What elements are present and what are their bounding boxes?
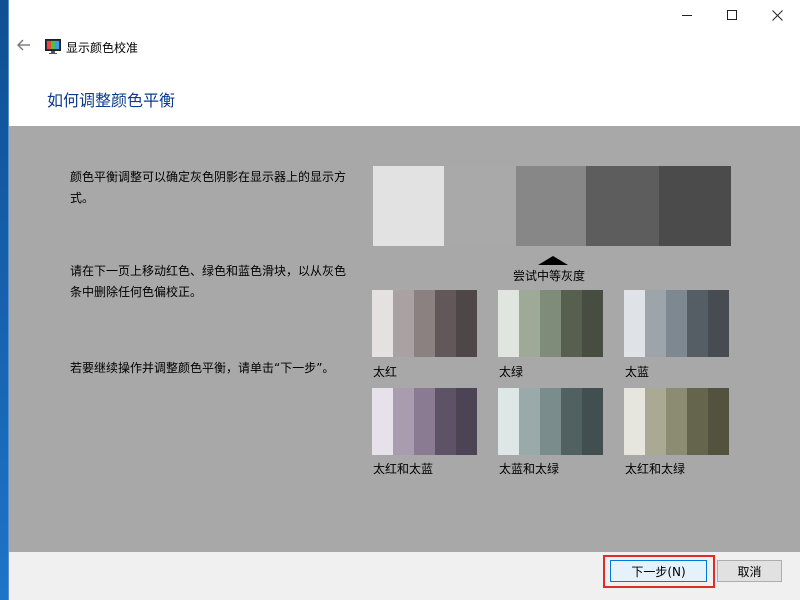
swatch-shade [519,388,540,455]
swatch-shade [687,290,708,357]
swatch-shade [414,388,435,455]
swatch-shade [372,290,393,357]
swatch-label-too-blue-and-green: 太蓝和太绿 [499,462,560,476]
swatch-too-red [372,290,477,357]
minimize-icon [682,10,692,20]
swatch-shade [414,290,435,357]
swatch-shade [393,290,414,357]
maximize-icon [727,10,737,20]
swatch-shade [393,388,414,455]
swatch-shade [687,388,708,455]
app-title: 显示颜色校准 [66,41,139,55]
page-title: 如何调整颜色平衡 [47,91,176,110]
minimize-button[interactable] [664,0,710,30]
gray-reference-strip [373,166,731,246]
content-area: 颜色平衡调整可以确定灰色阴影在显示器上的显示方式。 请在下一页上移动红色、绿色和… [9,126,800,552]
maximize-button[interactable] [709,0,755,30]
swatch-shade [561,388,582,455]
navigation-row: 显示颜色校准 [9,31,800,61]
swatch-label-too-blue: 太蓝 [625,365,650,379]
cancel-button[interactable]: 取消 [717,560,782,582]
swatch-too-blue [624,290,729,357]
swatch-shade [666,290,687,357]
swatch-too-green [498,290,603,357]
back-button[interactable] [13,35,35,57]
instruction-paragraph-2: 请在下一页上移动红色、绿色和蓝色滑块，以从灰色条中删除任何色偏校正。 [70,264,347,299]
swatch-shade [456,290,477,357]
swatch-label-too-red-and-blue: 太红和太蓝 [373,462,434,476]
swatch-too-blue-and-green [498,388,603,455]
swatch-shade [708,388,729,455]
swatch-shade [498,388,519,455]
gray-shade-2 [444,166,516,246]
swatch-shade [456,388,477,455]
swatch-shade [708,290,729,357]
swatch-shade [624,290,645,357]
swatch-label-too-red-and-green: 太红和太绿 [625,462,686,476]
swatch-label-too-green: 太绿 [499,365,524,379]
swatch-shade [561,290,582,357]
close-icon [771,9,783,21]
title-bar[interactable] [9,0,800,31]
swatch-too-red-and-blue [372,388,477,455]
calibration-window: 显示颜色校准 如何调整颜色平衡 颜色平衡调整可以确定灰色阴影在显示器上的显示方式… [8,0,800,600]
back-arrow-icon [17,39,31,54]
swatch-shade [582,290,603,357]
swatch-shade [519,290,540,357]
swatch-shade [372,388,393,455]
next-button[interactable]: 下一步(N) [610,560,707,582]
swatch-shade [666,388,687,455]
swatch-label-too-red: 太红 [373,365,398,379]
gray-shade-3 [516,166,586,246]
midtone-pointer-icon [538,256,568,265]
swatch-shade [435,388,456,455]
swatch-shade [498,290,519,357]
swatch-shade [582,388,603,455]
gray-shade-5 [659,166,731,246]
swatch-shade [435,290,456,357]
instruction-paragraph-3: 若要继续操作并调整颜色平衡，请单击“下一步”。 [70,361,335,375]
swatch-shade [645,290,666,357]
target-midtone-label: 尝试中等灰度 [513,269,586,283]
gray-shade-4 [586,166,659,246]
close-button[interactable] [754,0,800,30]
gray-shade-1 [373,166,444,246]
instruction-paragraph-1: 颜色平衡调整可以确定灰色阴影在显示器上的显示方式。 [70,170,347,205]
desktop-background [0,0,8,600]
swatch-too-red-and-green [624,388,729,455]
button-bar: 下一步(N) 取消 [9,552,800,600]
swatch-shade [624,388,645,455]
display-calibration-icon [45,39,61,54]
swatch-shade [540,388,561,455]
swatch-shade [540,290,561,357]
swatch-shade [645,388,666,455]
